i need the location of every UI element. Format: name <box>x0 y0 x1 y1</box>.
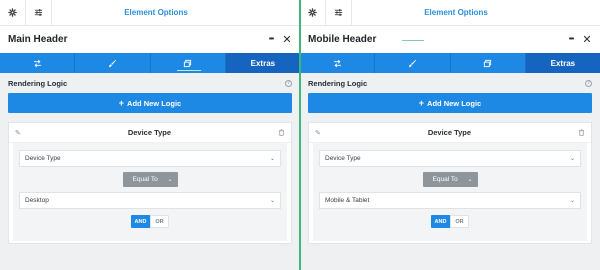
condition-value: Mobile & Tablet <box>325 197 370 204</box>
condition-field-value: Device Type <box>325 155 361 162</box>
sliders-button[interactable] <box>26 0 52 26</box>
options-panel-left: Element Options Main Header ••• ✕ Extras… <box>0 0 300 270</box>
condition-value: Desktop <box>25 197 49 204</box>
sliders-icon <box>334 8 343 17</box>
close-icon[interactable]: ✕ <box>580 33 594 47</box>
close-icon[interactable]: ✕ <box>280 33 294 47</box>
section-heading: Rendering Logic ? <box>8 73 292 93</box>
more-options-icon[interactable]: ••• <box>264 33 278 47</box>
logic-card: ✎ Device Type Device Type ⌄ Equal To ⌄ <box>8 122 292 244</box>
tab-layers[interactable] <box>451 53 526 73</box>
tab-style[interactable] <box>75 53 151 73</box>
brush-icon <box>108 59 117 68</box>
section-title: Rendering Logic <box>8 78 68 88</box>
card-title: Device Type <box>427 128 472 137</box>
add-button-label: Add New Logic <box>127 98 182 108</box>
gear-button[interactable] <box>300 0 326 26</box>
add-new-logic-button[interactable]: + Add New Logic <box>308 93 592 113</box>
condition-area: Device Type ⌄ Equal To ⌄ Mobile & Tablet… <box>313 143 587 241</box>
tab-style[interactable] <box>375 53 451 73</box>
operator-value: Equal To <box>132 176 158 183</box>
add-new-logic-button[interactable]: + Add New Logic <box>8 93 292 113</box>
header-title: Mobile Header <box>308 34 377 45</box>
section-heading: Rendering Logic ? <box>308 73 592 93</box>
condition-value-select[interactable]: Mobile & Tablet ⌄ <box>319 192 581 209</box>
chevron-down-icon: ⌄ <box>569 156 575 162</box>
operator-select[interactable]: Equal To ⌄ <box>122 172 178 187</box>
condition-field-select[interactable]: Device Type ⌄ <box>319 150 581 167</box>
condition-field-select[interactable]: Device Type ⌄ <box>19 150 281 167</box>
or-button[interactable]: OR <box>450 215 469 228</box>
topbar: Element Options <box>0 0 300 26</box>
chevron-down-icon: ⌄ <box>269 198 275 204</box>
section-title: Rendering Logic <box>308 78 368 88</box>
tab-extras[interactable]: Extras <box>525 53 600 73</box>
chevron-down-icon: ⌄ <box>269 156 275 162</box>
tab-bar: Extras <box>300 53 600 73</box>
topbar-title: Element Options <box>424 8 488 17</box>
condition-field-value: Device Type <box>25 155 61 162</box>
and-button[interactable]: AND <box>131 215 150 228</box>
more-options-icon[interactable]: ••• <box>564 33 578 47</box>
operator-row: Equal To ⌄ <box>19 172 281 187</box>
gear-icon <box>308 8 317 17</box>
tab-position[interactable] <box>300 53 376 73</box>
title-underline <box>402 40 424 41</box>
operator-select[interactable]: Equal To ⌄ <box>422 172 478 187</box>
arrows-icon <box>333 59 342 68</box>
chevron-down-icon: ⌄ <box>467 177 473 183</box>
tab-extras[interactable]: Extras <box>225 53 300 73</box>
panel-header: Main Header ••• ✕ <box>0 26 300 53</box>
panel-header: Mobile Header ••• ✕ <box>300 26 600 53</box>
topbar: Element Options <box>300 0 600 26</box>
tab-indicator <box>176 70 201 71</box>
panel-divider <box>299 0 301 270</box>
add-button-label: Add New Logic <box>427 98 482 108</box>
plus-icon: + <box>418 98 425 108</box>
layers-icon <box>483 59 492 68</box>
arrows-icon <box>33 59 42 68</box>
panel-body: Rendering Logic ? + Add New Logic ✎ Devi… <box>0 73 300 270</box>
header-title: Main Header <box>8 34 68 45</box>
chevron-down-icon: ⌄ <box>569 198 575 204</box>
chevron-down-icon: ⌄ <box>167 177 173 183</box>
brush-icon <box>408 59 417 68</box>
and-button[interactable]: AND <box>431 215 450 228</box>
screenshot-root: Element Options Main Header ••• ✕ Extras… <box>0 0 600 270</box>
topbar-title: Element Options <box>124 8 188 17</box>
operator-row: Equal To ⌄ <box>319 172 581 187</box>
card-header: ✎ Device Type <box>309 123 591 143</box>
sliders-button[interactable] <box>326 0 352 26</box>
card-title: Device Type <box>127 128 172 137</box>
logic-toggle: AND OR <box>19 215 281 228</box>
condition-value-select[interactable]: Desktop ⌄ <box>19 192 281 209</box>
panel-body: Rendering Logic ? + Add New Logic ✎ Devi… <box>300 73 600 270</box>
trash-icon[interactable] <box>278 129 285 136</box>
trash-icon[interactable] <box>578 129 585 136</box>
gear-icon <box>8 8 17 17</box>
layers-icon <box>183 59 192 68</box>
or-button[interactable]: OR <box>150 215 169 228</box>
logic-card: ✎ Device Type Device Type ⌄ Equal To ⌄ <box>308 122 592 244</box>
sliders-icon <box>34 8 43 17</box>
options-panel-right: Element Options Mobile Header ••• ✕ Extr… <box>300 0 600 270</box>
condition-area: Device Type ⌄ Equal To ⌄ Desktop ⌄ AND O… <box>13 143 287 241</box>
plus-icon: + <box>118 98 125 108</box>
logic-toggle: AND OR <box>319 215 581 228</box>
help-icon[interactable]: ? <box>585 79 592 87</box>
tab-layers[interactable] <box>151 53 226 73</box>
card-header: ✎ Device Type <box>9 123 291 143</box>
tab-bar: Extras <box>0 53 300 73</box>
tab-position[interactable] <box>0 53 76 73</box>
operator-value: Equal To <box>432 176 458 183</box>
help-icon[interactable]: ? <box>285 79 292 87</box>
gear-button[interactable] <box>0 0 26 26</box>
